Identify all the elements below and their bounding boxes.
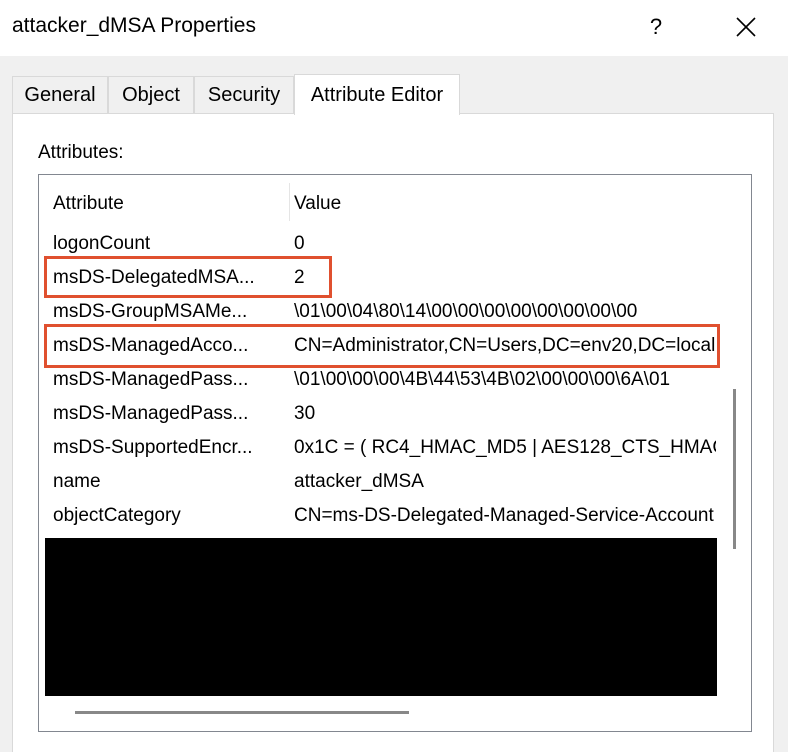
table-row[interactable]: msDS-ManagedPass... 30 (39, 397, 717, 431)
help-button[interactable]: ? (632, 6, 680, 48)
attribute-name: msDS-ManagedPass... (53, 369, 249, 390)
window-title: attacker_dMSA Properties (12, 14, 256, 37)
attribute-value: \01\00\00\00\4B\44\53\4B\02\00\00\00\6A\… (294, 369, 671, 390)
attribute-name: logonCount (53, 233, 151, 254)
column-separator[interactable] (289, 183, 290, 221)
attribute-name: name (53, 471, 101, 492)
table-row[interactable]: msDS-ManagedPass... \01\00\00\00\4B\44\5… (39, 363, 717, 397)
table-row[interactable]: objectCategory CN=ms-DS-Delegated-Manage… (39, 499, 717, 533)
list-header: Attribute Value (45, 181, 717, 221)
table-row[interactable]: msDS-SupportedEncr... 0x1C = ( RC4_HMAC_… (39, 431, 717, 465)
attributes-label: Attributes: (38, 142, 124, 163)
attribute-value: 2 (294, 267, 305, 288)
horizontal-scrollbar-thumb[interactable] (75, 711, 409, 714)
tab-object[interactable]: Object (108, 76, 194, 114)
highlight-box-delegated-msa (44, 256, 332, 298)
attribute-value: 30 (294, 403, 316, 424)
tab-general[interactable]: General (12, 76, 108, 114)
column-header-attribute[interactable]: Attribute (53, 193, 124, 215)
attribute-value: \01\00\04\80\14\00\00\00\00\00\00\00\00 (294, 301, 638, 322)
attribute-value: 0 (294, 233, 305, 254)
title-bar: attacker_dMSA Properties ? (0, 0, 788, 56)
attribute-name: msDS-GroupMSAMe... (53, 301, 248, 322)
attribute-value: attacker_dMSA (294, 471, 424, 492)
attribute-name: msDS-ManagedPass... (53, 403, 249, 424)
attribute-value: 0x1C = ( RC4_HMAC_MD5 | AES128_CTS_HMAC (294, 437, 716, 458)
column-header-value[interactable]: Value (294, 193, 341, 215)
highlight-box-managed-account (44, 324, 720, 368)
attribute-value: CN=ms-DS-Delegated-Managed-Service-Accou… (294, 505, 714, 526)
tab-attribute-editor[interactable]: Attribute Editor (294, 74, 460, 115)
vertical-scrollbar-thumb[interactable] (733, 389, 736, 549)
close-icon (736, 17, 756, 37)
attribute-name: msDS-SupportedEncr... (53, 437, 253, 458)
tab-security[interactable]: Security (194, 76, 294, 114)
close-button[interactable] (720, 6, 772, 48)
attribute-name: objectCategory (53, 505, 181, 526)
table-row[interactable]: name attacker_dMSA (39, 465, 717, 499)
redaction-box (45, 538, 717, 696)
